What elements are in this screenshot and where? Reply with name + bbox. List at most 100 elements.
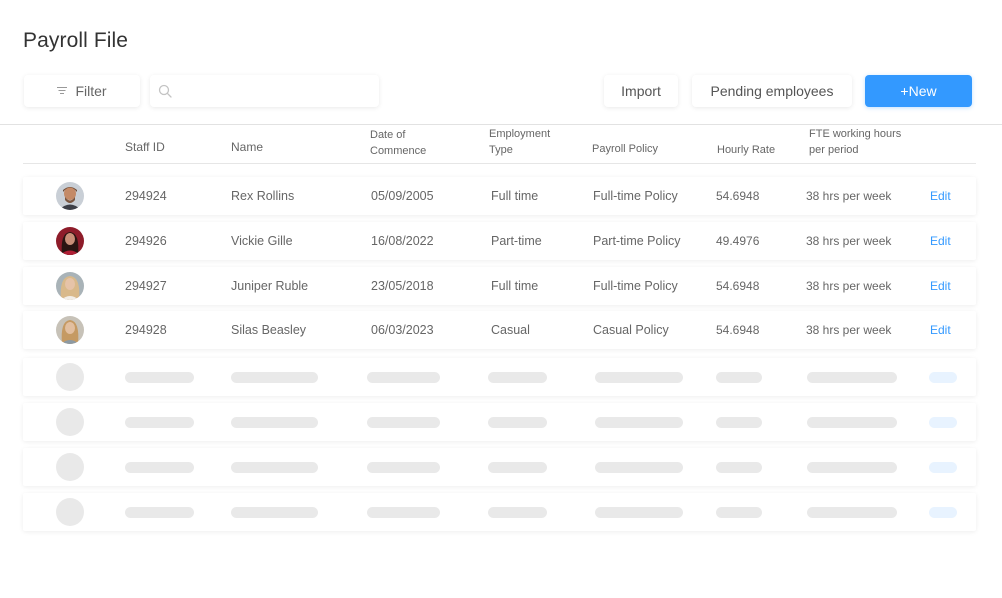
import-button[interactable]: Import — [604, 75, 678, 107]
fte-hours: 38 hrs per week — [806, 189, 892, 203]
filter-icon — [57, 87, 68, 95]
edit-link[interactable]: Edit — [930, 222, 951, 260]
placeholder-bar — [125, 372, 194, 383]
staff-id: 294927 — [125, 279, 167, 293]
placeholder-bar — [595, 507, 683, 518]
avatar-placeholder — [56, 363, 84, 391]
new-button[interactable]: +New — [865, 75, 972, 107]
placeholder-bar — [807, 462, 897, 473]
avatar — [56, 272, 84, 300]
payroll-policy: Full-time Policy — [593, 189, 678, 203]
skeleton-row — [23, 493, 976, 531]
placeholder-bar — [367, 417, 440, 428]
avatar — [56, 227, 84, 255]
edit-link[interactable]: Edit — [930, 267, 951, 305]
placeholder-bar — [367, 462, 440, 473]
placeholder-bar — [488, 507, 547, 518]
placeholder-bar — [929, 507, 957, 518]
fte-hours: 38 hrs per week — [806, 323, 892, 337]
header-name: Name — [231, 140, 264, 154]
placeholder-bar — [125, 507, 194, 518]
avatar — [56, 182, 84, 210]
fte-hours: 38 hrs per week — [806, 234, 892, 248]
payroll-page: Payroll File Filter Import Pending emplo… — [0, 0, 1002, 598]
commence-date: 16/08/2022 — [371, 234, 434, 248]
payroll-policy: Full-time Policy — [593, 279, 678, 293]
employment-type: Casual — [491, 323, 530, 337]
header-fte-hours: FTE working hours per period — [809, 128, 902, 156]
placeholder-bar — [716, 372, 762, 383]
hourly-rate: 54.6948 — [716, 323, 760, 337]
skeleton-row — [23, 358, 976, 396]
filter-button[interactable]: Filter — [24, 75, 140, 107]
commence-date: 06/03/2023 — [371, 323, 434, 337]
commence-date: 05/09/2005 — [371, 189, 434, 203]
placeholder-bar — [488, 372, 547, 383]
placeholder-bar — [716, 462, 762, 473]
edit-link[interactable]: Edit — [930, 177, 951, 215]
placeholder-bar — [125, 462, 194, 473]
avatar-placeholder — [56, 453, 84, 481]
placeholder-bar — [595, 462, 683, 473]
search-input[interactable] — [180, 83, 370, 99]
payroll-policy: Part-time Policy — [593, 234, 681, 248]
avatar-placeholder — [56, 408, 84, 436]
search-box[interactable] — [150, 75, 379, 107]
staff-id: 294924 — [125, 189, 167, 203]
avatar — [56, 316, 84, 344]
placeholder-bar — [125, 417, 194, 428]
placeholder-bar — [367, 507, 440, 518]
placeholder-bar — [595, 372, 683, 383]
staff-id: 294926 — [125, 234, 167, 248]
skeleton-row — [23, 448, 976, 486]
placeholder-bar — [716, 417, 762, 428]
placeholder-bar — [807, 372, 897, 383]
divider — [0, 124, 1002, 125]
header-employment-type: Employment Type — [489, 128, 551, 156]
table-row[interactable]: 294927 Juniper Ruble 23/05/2018 Full tim… — [23, 267, 976, 305]
placeholder-bar — [231, 507, 318, 518]
page-title: Payroll File — [23, 29, 129, 52]
filter-label: Filter — [75, 83, 107, 99]
placeholder-bar — [367, 372, 440, 383]
pending-employees-button[interactable]: Pending employees — [692, 75, 852, 107]
placeholder-bar — [929, 372, 957, 383]
hourly-rate: 54.6948 — [716, 279, 760, 293]
employee-name: Rex Rollins — [231, 189, 295, 203]
employee-name: Vickie Gille — [231, 234, 293, 248]
placeholder-bar — [807, 417, 897, 428]
placeholder-bar — [807, 507, 897, 518]
edit-link[interactable]: Edit — [930, 311, 951, 349]
placeholder-bar — [929, 417, 957, 428]
employment-type: Full time — [491, 279, 539, 293]
table-row[interactable]: 294928 Silas Beasley 06/03/2023 Casual C… — [23, 311, 976, 349]
table-row[interactable]: 294924 Rex Rollins 05/09/2005 Full time … — [23, 177, 976, 215]
table-row[interactable]: 294926 Vickie Gille 16/08/2022 Part-time… — [23, 222, 976, 260]
header-payroll-policy: Payroll Policy — [592, 143, 659, 155]
placeholder-bar — [231, 417, 318, 428]
placeholder-bar — [488, 417, 547, 428]
employment-type: Part-time — [491, 234, 542, 248]
header-staff-id: Staff ID — [125, 140, 165, 154]
fte-hours: 38 hrs per week — [806, 279, 892, 293]
search-icon — [158, 84, 172, 98]
placeholder-bar — [716, 507, 762, 518]
staff-id: 294928 — [125, 323, 167, 337]
commence-date: 23/05/2018 — [371, 279, 434, 293]
placeholder-bar — [231, 462, 318, 473]
header-divider — [23, 163, 976, 164]
hourly-rate: 54.6948 — [716, 189, 760, 203]
employee-name: Juniper Ruble — [231, 279, 309, 293]
header-hourly-rate: Hourly Rate — [717, 144, 776, 156]
header-date-of-commence: Date of Commence — [370, 129, 427, 157]
placeholder-bar — [595, 417, 683, 428]
avatar-placeholder — [56, 498, 84, 526]
placeholder-bar — [488, 462, 547, 473]
placeholder-bar — [929, 462, 957, 473]
employment-type: Full time — [491, 189, 539, 203]
placeholder-bar — [231, 372, 318, 383]
hourly-rate: 49.4976 — [716, 234, 760, 248]
employee-name: Silas Beasley — [231, 323, 307, 337]
skeleton-row — [23, 403, 976, 441]
payroll-policy: Casual Policy — [593, 323, 669, 337]
